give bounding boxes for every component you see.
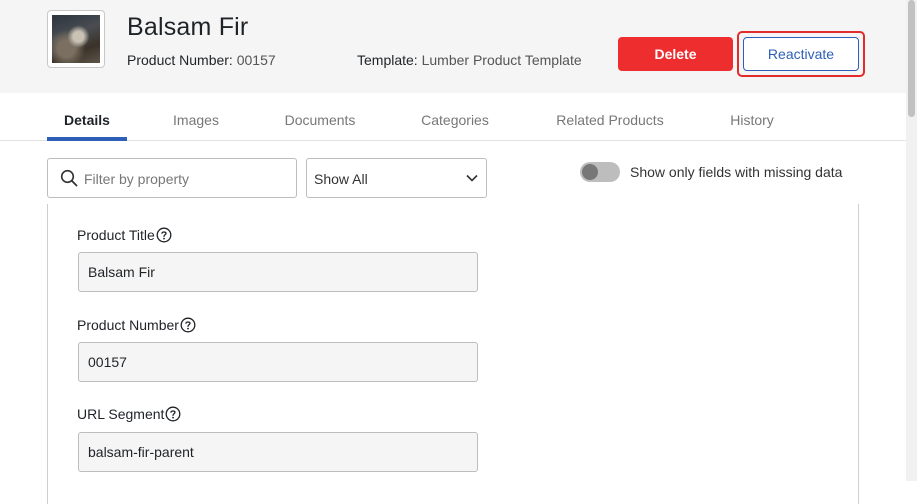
product-image [52,15,100,63]
url-segment-field[interactable] [78,432,478,472]
reactivate-button[interactable]: Reactivate [743,37,859,71]
page-scrollbar[interactable] [906,0,917,481]
product-thumbnail[interactable] [47,10,105,68]
tab-categories[interactable]: Categories [408,93,502,140]
product-template: Template: Lumber Product Template [357,52,582,68]
search-icon [60,169,78,187]
toggle-knob [582,164,598,180]
scrollbar-thumb[interactable] [908,0,915,117]
template-value: Lumber Product Template [421,52,582,68]
field-label-text: Product Title [77,227,155,243]
field-label-url-segment: URL Segment [77,406,181,422]
product-header: Balsam Fir Product Number: 00157 Templat… [0,0,906,93]
help-icon[interactable] [156,227,172,243]
template-label: Template: [357,52,418,68]
tab-bar: Details Images Documents Categories Rela… [0,93,906,141]
product-number-value: 00157 [236,52,276,68]
tab-related-products[interactable]: Related Products [544,93,676,140]
field-label-product-number: Product Number [77,317,196,333]
field-label-text: URL Segment [77,406,165,422]
reactivate-highlight: Reactivate [737,31,865,77]
missing-data-toggle[interactable] [580,162,620,182]
filter-input[interactable] [82,159,291,199]
show-filter-select[interactable]: Show All [306,158,487,198]
filter-box [47,158,297,199]
product-title-field[interactable] [78,252,478,292]
tab-history[interactable]: History [716,93,788,140]
tab-documents[interactable]: Documents [272,93,368,140]
show-filter-value: Show All [314,171,368,187]
delete-button[interactable]: Delete [618,37,733,71]
product-number: Product Number: 00157 [127,52,276,68]
tab-details[interactable]: Details [47,93,127,141]
field-label-product-title: Product Title [77,227,172,243]
product-number-label: Product Number: [127,52,233,68]
field-label-text: Product Number [77,317,179,333]
help-icon[interactable] [165,406,181,422]
tab-images[interactable]: Images [160,93,232,140]
product-number-field[interactable] [78,342,478,382]
page-title: Balsam Fir [127,13,249,41]
missing-data-toggle-label: Show only fields with missing data [630,164,843,180]
chevron-down-icon [466,174,478,182]
help-icon[interactable] [180,317,196,333]
